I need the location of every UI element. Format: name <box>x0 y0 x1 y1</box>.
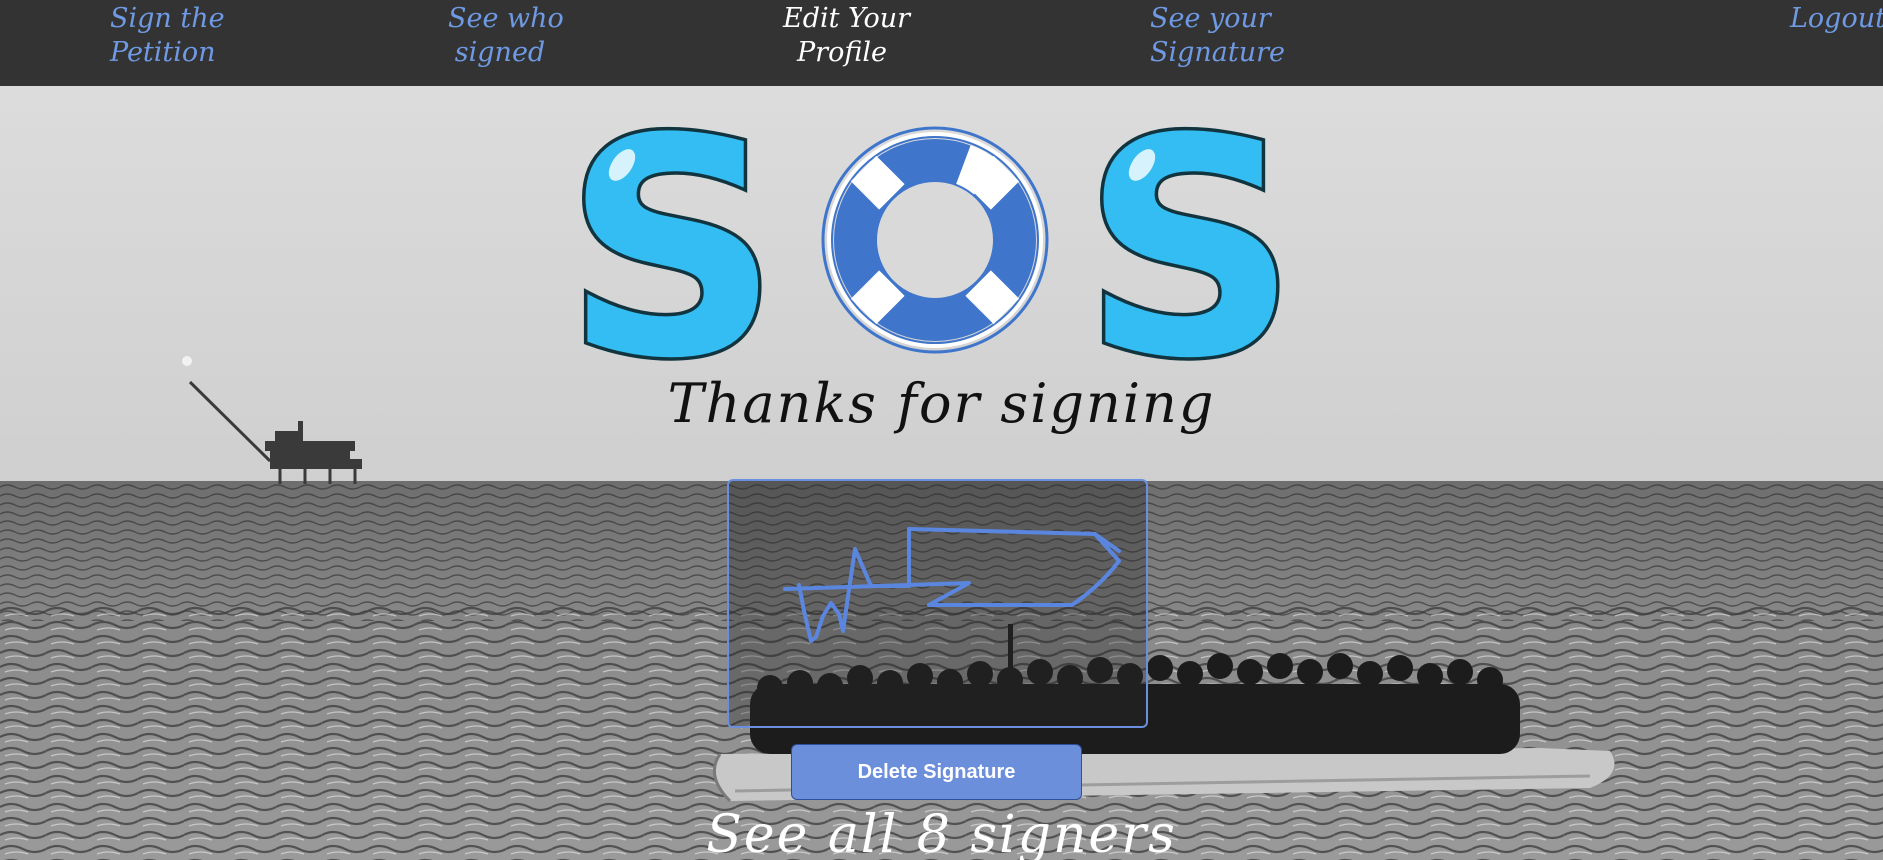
logo-letter-left-text: S <box>580 115 780 375</box>
nav-logout-link[interactable]: Logout <box>1790 2 1883 36</box>
nav-see-signers-line2: signed <box>454 37 546 68</box>
nav-edit-profile-link[interactable]: Edit Your Profile <box>783 2 911 70</box>
nav-edit-profile-line1: Edit Your <box>783 3 911 34</box>
nav-edit-profile-line2: Profile <box>797 37 887 68</box>
nav-sign-petition-link[interactable]: Sign the Petition <box>110 2 225 70</box>
nav-see-signature-line1: See your <box>1150 3 1271 34</box>
lifebuoy-icon <box>821 126 1049 354</box>
nav-see-signers-line1: See who <box>448 3 564 34</box>
sos-logo: S S <box>560 72 1301 428</box>
signature-canvas[interactable] <box>727 479 1148 728</box>
thanks-heading: Thanks for signing <box>667 372 1216 435</box>
delete-signature-button[interactable]: Delete Signature <box>791 744 1082 800</box>
nav-see-signature-link[interactable]: See your Signature <box>1150 2 1286 70</box>
logo-letter-right: S <box>1078 72 1301 428</box>
nav-see-signature-line2: Signature <box>1150 37 1286 68</box>
nav-sign-petition-line1: Sign the <box>110 3 225 34</box>
top-nav-bar: Sign the Petition See who signed Edit Yo… <box>0 0 1883 86</box>
nav-sign-petition-line2: Petition <box>110 37 216 68</box>
nav-see-signers-link[interactable]: See who signed <box>448 2 564 70</box>
nav-logout-label: Logout <box>1790 3 1883 34</box>
logo-letter-left: S <box>560 72 783 428</box>
logo-letter-right-text: S <box>1082 115 1298 375</box>
signature-drawing <box>783 527 1121 643</box>
see-all-signers-link[interactable]: See all 8 signers <box>0 805 1883 860</box>
